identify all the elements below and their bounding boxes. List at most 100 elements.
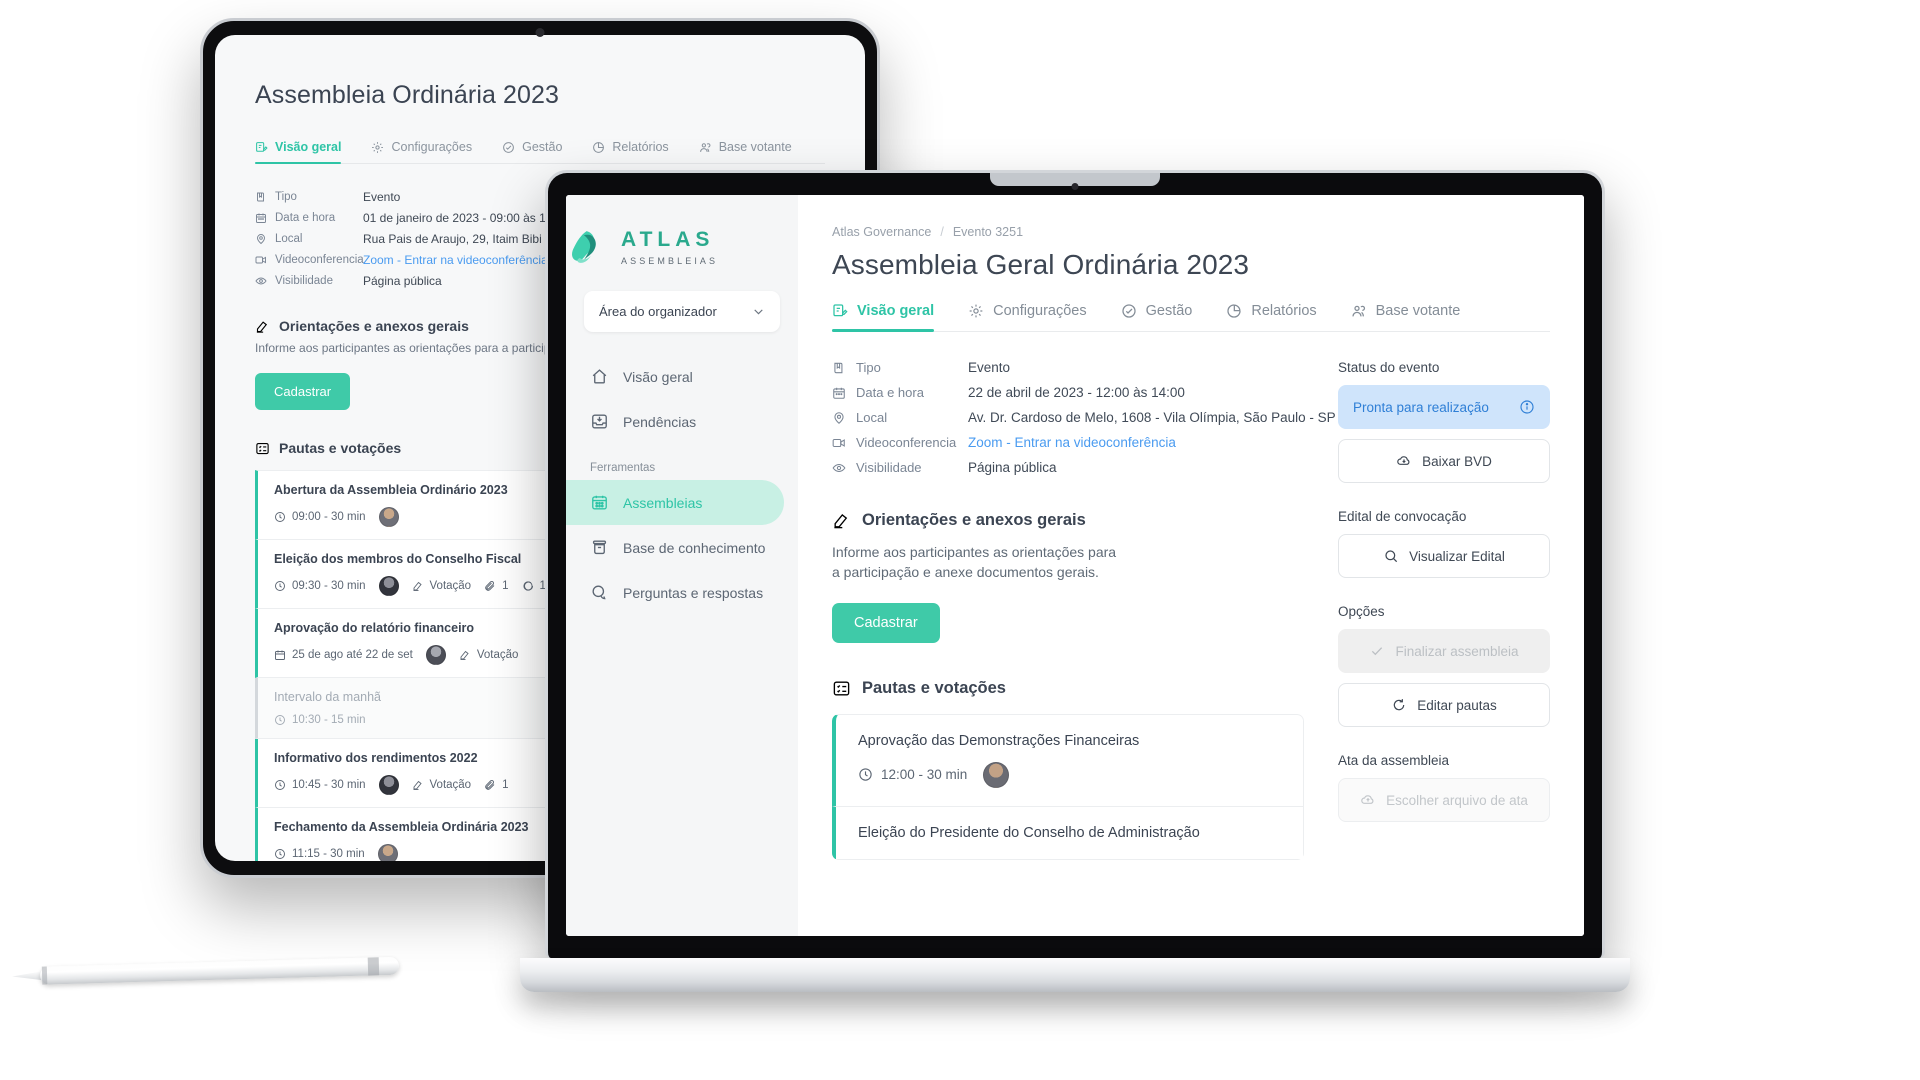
org-selector[interactable]: Área do organizador xyxy=(584,291,780,332)
voting-text: Votação xyxy=(429,779,472,791)
tablet-tab-label: Relatórios xyxy=(612,140,669,154)
laptop-lid: ATLAS ASSEMBLEIAS Área do organizador Vi… xyxy=(545,170,1605,958)
eye-icon xyxy=(832,461,846,475)
tablet-tab-configuracoes[interactable]: Configurações xyxy=(371,140,472,163)
tablet-tab-gestao[interactable]: Gestão xyxy=(502,140,562,163)
tablet-info-label-data: Data e hora xyxy=(255,211,363,225)
agenda-item-attachments: 1 xyxy=(484,580,509,592)
tablet-tab-label: Base votante xyxy=(718,140,792,154)
time-text: 09:30 - 30 min xyxy=(292,580,366,592)
voting-icon xyxy=(412,779,424,791)
sidebar-item-pendencias[interactable]: Pendências xyxy=(566,399,798,444)
tab-gestao[interactable]: Gestão xyxy=(1121,303,1192,331)
info-label-local: Local xyxy=(832,410,968,425)
event-info-grid: Tipo Evento Data e hora 22 de abril de 2… xyxy=(832,360,1336,475)
tab-relatorios[interactable]: Relatórios xyxy=(1226,303,1317,331)
agenda-item-title: Aprovação das Demonstrações Financeiras xyxy=(858,732,1140,749)
list-check-icon xyxy=(832,679,851,698)
logo-name: ATLAS xyxy=(621,228,715,251)
stylus-pencil xyxy=(12,956,407,985)
sidebar-item-label: Base de conhecimento xyxy=(623,539,766,556)
sidebar-item-label: Assembleias xyxy=(623,494,703,511)
sidebar-item-assembleias[interactable]: Assembleias xyxy=(566,480,784,525)
voting-icon xyxy=(459,649,471,661)
tablet-tab-relatorios[interactable]: Relatórios xyxy=(592,140,669,163)
avatar xyxy=(425,645,446,665)
status-text: Pronta para realização xyxy=(1353,399,1489,415)
tab-base-votante[interactable]: Base votante xyxy=(1351,303,1460,331)
finalizar-label: Finalizar assembleia xyxy=(1395,643,1519,659)
agenda-item-title: Eleição do Presidente do Conselho de Adm… xyxy=(858,824,1200,841)
voting-icon xyxy=(412,580,424,592)
visualizar-edital-button[interactable]: Visualizar Edital xyxy=(1338,534,1550,578)
info-icon[interactable] xyxy=(1519,399,1535,415)
label-text: Local xyxy=(275,233,303,245)
time-text: 10:45 - 30 min xyxy=(292,779,366,791)
breadcrumb-separator: / xyxy=(940,225,944,239)
pin-icon xyxy=(832,411,846,425)
tablet-info-label-video: Videoconferencia xyxy=(255,253,364,267)
tablet-cadastrar-button[interactable]: Cadastrar xyxy=(255,373,351,410)
info-label-tipo: Tipo xyxy=(832,360,968,375)
avatar xyxy=(378,507,399,527)
video-icon xyxy=(255,254,267,266)
status-badge[interactable]: Pronta para realização xyxy=(1338,385,1550,429)
chevron-down-icon xyxy=(752,305,765,318)
download-bvd-button[interactable]: Baixar BVD xyxy=(1338,439,1550,483)
sidebar-item-perguntas-e-respostas[interactable]: Perguntas e respostas xyxy=(566,570,798,615)
escolher-arquivo-ata-button[interactable]: Escolher arquivo de ata xyxy=(1338,778,1550,822)
table-row[interactable]: Eleição do Presidente do Conselho de Adm… xyxy=(832,806,1304,860)
cloud-download-icon xyxy=(1396,453,1412,469)
stylus-body xyxy=(39,956,400,985)
tablet-tab-label: Visão geral xyxy=(275,140,342,154)
tablet-tab-base-votante[interactable]: Base votante xyxy=(699,140,792,163)
clock-icon xyxy=(274,714,286,726)
info-value-local: Av. Dr. Cardoso de Melo, 1608 - Vila Olí… xyxy=(968,410,1336,425)
info-label-data: Data e hora xyxy=(832,385,968,400)
search-icon xyxy=(1383,548,1399,564)
sidebar-group-label: Ferramentas xyxy=(590,462,656,474)
voting-text: Votação xyxy=(429,580,472,592)
laptop-base xyxy=(520,958,1630,992)
info-label-visibilidade: Visibilidade xyxy=(832,460,968,475)
info-value-data: 22 de abril de 2023 - 12:00 às 14:00 xyxy=(968,385,1185,400)
status-label: Status do evento xyxy=(1338,360,1440,375)
calendar-icon xyxy=(255,212,267,224)
attachment-count: 1 xyxy=(502,779,509,791)
avatar xyxy=(377,844,398,861)
laptop-screen: ATLAS ASSEMBLEIAS Área do organizador Vi… xyxy=(566,195,1584,936)
logo-subtitle: ASSEMBLEIAS xyxy=(621,256,719,266)
video-icon xyxy=(832,436,846,450)
tab-label: Relatórios xyxy=(1251,303,1317,319)
attachment-count: 1 xyxy=(502,580,509,592)
info-value-tipo: Evento xyxy=(968,360,1011,375)
clock-icon xyxy=(274,511,286,523)
cadastrar-button[interactable]: Cadastrar xyxy=(832,602,940,643)
clock-icon xyxy=(274,848,286,860)
tab-visao-geral[interactable]: Visão geral xyxy=(832,303,935,332)
agenda-item-voting: Votação xyxy=(412,580,472,592)
app-logo: ATLAS ASSEMBLEIAS xyxy=(566,219,798,271)
info-value-videoconferencia-link[interactable]: Zoom - Entrar na videoconferência xyxy=(968,435,1336,450)
label-text: Data e hora xyxy=(856,385,924,400)
editar-pautas-button[interactable]: Editar pautas xyxy=(1338,683,1550,727)
breadcrumb-root[interactable]: Atlas Governance xyxy=(832,225,931,239)
people-icon xyxy=(1351,303,1367,319)
tablet-info-label-visibilidade: Visibilidade xyxy=(255,274,363,288)
tablet-tab-label: Gestão xyxy=(522,140,563,154)
pie-chart-icon xyxy=(1226,303,1242,319)
tablet-tab-visao-geral[interactable]: Visão geral xyxy=(255,140,342,164)
chat-icon xyxy=(590,583,609,602)
agenda-item-time: 12:00 - 30 min xyxy=(858,767,967,782)
label-text: Tipo xyxy=(856,360,881,375)
table-row[interactable]: Aprovação das Demonstrações Financeiras … xyxy=(832,713,1304,807)
main-content: Atlas Governance / Evento 3251 Assemblei… xyxy=(798,195,1584,936)
sidebar-item-base-de-conhecimento[interactable]: Base de conhecimento xyxy=(566,525,798,570)
logo-text: ATLAS ASSEMBLEIAS xyxy=(621,229,798,269)
sidebar-item-visao-geral[interactable]: Visão geral xyxy=(566,354,798,399)
tab-configuracoes[interactable]: Configurações xyxy=(968,303,1087,331)
avatar xyxy=(983,761,1010,788)
agenda-item-time: 09:00 - 30 min xyxy=(274,511,366,523)
laptop-device: ATLAS ASSEMBLEIAS Área do organizador Vi… xyxy=(520,170,1630,992)
sidebar-item-label: Visão geral xyxy=(623,368,693,385)
